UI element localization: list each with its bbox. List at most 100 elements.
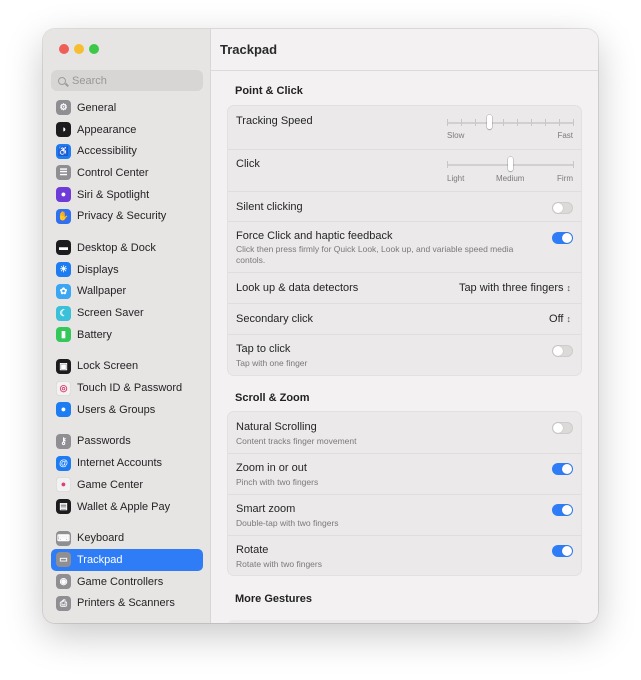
sidebar-item-label: Keyboard xyxy=(77,532,125,545)
chevron-updown-icon: ↕ xyxy=(566,283,572,293)
sidebar-item-passwords[interactable]: ⚷ Passwords xyxy=(51,431,203,453)
silent-clicking-label: Silent clicking xyxy=(236,201,303,213)
sidebar: ⚙ General ◑ Appearance ♿ Accessibility ☰ Contro… xyxy=(43,29,211,623)
sidebar-item-privacy-security[interactable]: ✋ Privacy & Security xyxy=(51,205,203,227)
sidebar-item-label: Touch ID & Password xyxy=(77,382,183,395)
sidebar-item-appearance[interactable]: ◑ Appearance xyxy=(51,119,203,141)
sidebar-divider xyxy=(51,346,203,356)
look-up-popup[interactable]: Tap with three fingers ↕ xyxy=(459,282,571,294)
sidebar-item-touch-id-password[interactable]: ◎ Touch ID & Password xyxy=(51,377,203,399)
page-title: Trackpad xyxy=(220,42,278,57)
sidebar-item-control-center[interactable]: ☰ Control Center xyxy=(51,162,203,184)
sidebar-item-label: Game Controllers xyxy=(77,575,164,588)
slider-mid-label: Medium xyxy=(496,174,525,183)
smart-zoom-row: Smart zoom Double-tap with two fingers xyxy=(228,494,581,536)
wallpaper-icon: ✿ xyxy=(56,283,71,299)
slider-thumb[interactable] xyxy=(508,157,513,171)
more-gestures-group xyxy=(227,620,582,623)
natural-scrolling-toggle[interactable] xyxy=(552,422,573,434)
sidebar-item-desktop-dock[interactable]: ▬ Desktop & Dock xyxy=(51,237,203,259)
slider-thumb[interactable] xyxy=(487,115,493,129)
screen-saver-icon: ☾ xyxy=(56,305,71,321)
slider-tick xyxy=(517,119,518,126)
silent-clicking-toggle[interactable] xyxy=(552,202,573,214)
fingerprint-icon: ◎ xyxy=(56,380,71,396)
sidebar-item-label: Trackpad xyxy=(77,553,123,566)
sidebar-item-label: Accessibility xyxy=(77,145,137,158)
sidebar-list: ⚙ General ◑ Appearance ♿ Accessibility ☰ Contro… xyxy=(51,97,203,614)
slider-tick xyxy=(503,119,504,126)
sidebar-item-printers-scanners[interactable]: ⎙ Printers & Scanners xyxy=(51,592,203,614)
search-input[interactable] xyxy=(72,74,192,87)
sidebar-item-users-groups[interactable]: ● Users & Groups xyxy=(51,399,203,421)
zoom-in-out-subtitle: Pinch with two fingers xyxy=(236,477,319,487)
sidebar-item-game-controllers[interactable]: ◉ Game Controllers xyxy=(51,571,203,593)
force-click-toggle[interactable] xyxy=(552,232,573,244)
sun-icon: ☀ xyxy=(56,262,71,278)
sidebar-item-wallpaper[interactable]: ✿ Wallpaper xyxy=(51,281,203,303)
zoom-in-out-label: Zoom in or out xyxy=(236,462,307,474)
natural-scrolling-row: Natural Scrolling Content tracks finger … xyxy=(228,412,581,453)
search-field[interactable] xyxy=(51,70,203,91)
secondary-click-popup[interactable]: Off ↕ xyxy=(549,313,571,325)
zoom-in-out-row: Zoom in or out Pinch with two fingers xyxy=(228,453,581,495)
sidebar-item-wallet-apple-pay[interactable]: ▤ Wallet & Apple Pay xyxy=(51,496,203,518)
sidebar-item-internet-accounts[interactable]: @ Internet Accounts xyxy=(51,452,203,474)
control-center-icon: ☰ xyxy=(56,165,71,181)
slider-tick xyxy=(573,119,574,126)
sidebar-item-screen-saver[interactable]: ☾ Screen Saver xyxy=(51,302,203,324)
sidebar-item-keyboard[interactable]: ⌨ Keyboard xyxy=(51,527,203,549)
sidebar-item-general[interactable]: ⚙ General xyxy=(51,97,203,119)
sidebar-item-label: Wallpaper xyxy=(77,285,127,298)
tracking-speed-slider[interactable] xyxy=(447,115,574,135)
slider-min-label: Slow xyxy=(447,131,465,140)
secondary-click-row: Secondary click Off ↕ xyxy=(228,303,581,335)
accessibility-icon: ♿ xyxy=(56,143,71,159)
smart-zoom-label: Smart zoom xyxy=(236,503,296,515)
slider-tick xyxy=(573,161,574,168)
sidebar-item-accessibility[interactable]: ♿ Accessibility xyxy=(51,140,203,162)
section-title-point-click: Point & Click xyxy=(235,85,303,97)
natural-scrolling-label: Natural Scrolling xyxy=(236,421,317,433)
sidebar-item-siri-spotlight[interactable]: ● Siri & Spotlight xyxy=(51,184,203,206)
trackpad-icon: ▭ xyxy=(56,552,71,568)
sidebar-item-label: General xyxy=(77,101,117,114)
sidebar-item-label: Users & Groups xyxy=(77,403,156,416)
sidebar-item-label: Control Center xyxy=(77,166,149,179)
slider-min-label: Light xyxy=(447,174,465,183)
sidebar-item-battery[interactable]: ▮ Battery xyxy=(51,324,203,346)
slider-tick xyxy=(559,119,560,126)
tap-to-click-row: Tap to click Tap with one finger xyxy=(228,334,581,376)
minimize-button[interactable] xyxy=(74,44,84,54)
zoom-in-out-toggle[interactable] xyxy=(552,463,573,475)
sidebar-item-lock-screen[interactable]: ▣ Lock Screen xyxy=(51,356,203,378)
rotate-toggle[interactable] xyxy=(552,545,573,557)
tap-to-click-label: Tap to click xyxy=(236,343,291,355)
look-up-row: Look up & data detectors Tap with three … xyxy=(228,272,581,304)
sidebar-item-displays[interactable]: ☀ Displays xyxy=(51,259,203,281)
users-icon: ● xyxy=(56,402,71,418)
sidebar-item-trackpad[interactable]: ▭ Trackpad xyxy=(51,549,203,571)
smart-zoom-toggle[interactable] xyxy=(552,504,573,516)
sidebar-item-label: Privacy & Security xyxy=(77,210,167,223)
sidebar-item-label: Battery xyxy=(77,328,112,341)
slider-tick xyxy=(447,161,448,168)
sidebar-divider xyxy=(51,517,203,527)
close-button[interactable] xyxy=(59,44,69,54)
sidebar-divider xyxy=(51,421,203,431)
look-up-label: Look up & data detectors xyxy=(236,282,359,294)
keyboard-icon: ⌨ xyxy=(56,530,71,546)
rotate-subtitle: Rotate with two fingers xyxy=(236,559,322,569)
tap-to-click-toggle[interactable] xyxy=(552,345,573,357)
printer-icon: ⎙ xyxy=(56,595,71,611)
zoom-button[interactable] xyxy=(89,44,99,54)
main-pane: Trackpad Point & Click Tracking Speed Sl… xyxy=(211,29,598,623)
sidebar-item-label: Passwords xyxy=(77,435,131,448)
sidebar-item-label: Internet Accounts xyxy=(77,457,162,470)
sidebar-item-game-center[interactable]: ● Game Center xyxy=(51,474,203,496)
wallet-icon: ▤ xyxy=(56,499,71,515)
silent-clicking-row: Silent clicking xyxy=(228,191,581,222)
siri-icon: ● xyxy=(56,187,71,203)
sidebar-item-label: Game Center xyxy=(77,478,144,491)
sidebar-item-label: Printers & Scanners xyxy=(77,597,175,610)
